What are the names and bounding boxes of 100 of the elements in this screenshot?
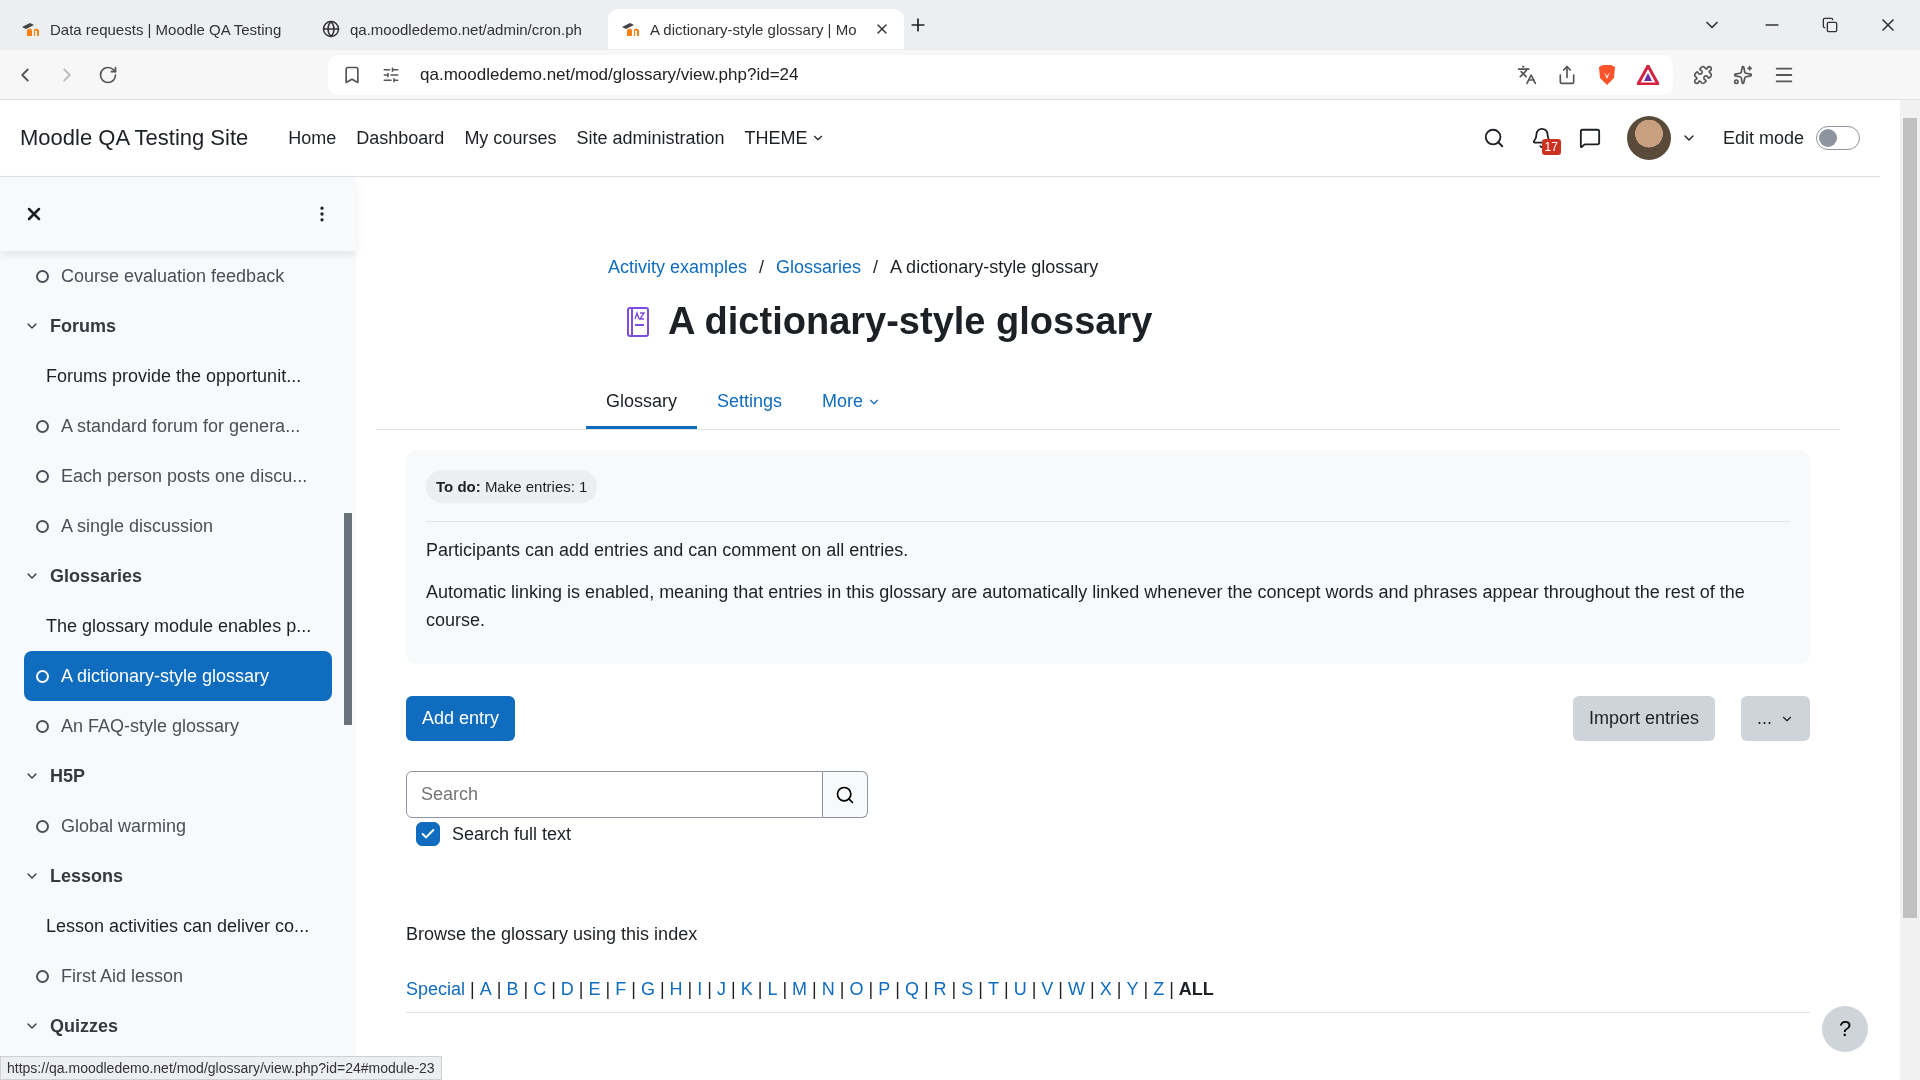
index-letter-link[interactable]: F — [615, 979, 627, 1000]
index-letter-link[interactable]: ALL — [1178, 979, 1214, 1000]
index-letter-link[interactable]: J — [717, 979, 726, 1000]
more-tab[interactable]: More — [802, 377, 902, 429]
page-title: A dictionary-style glossary — [668, 300, 1153, 343]
index-letter-link[interactable]: C — [533, 979, 547, 1000]
shield-icon[interactable] — [1597, 63, 1617, 86]
index-separator: | — [978, 979, 983, 1000]
activity-link[interactable]: A standard forum for genera... — [24, 401, 332, 451]
index-letter-link[interactable]: U — [1013, 979, 1027, 1000]
nav-menu[interactable]: THEME — [744, 127, 826, 149]
section-summary-link[interactable]: Lesson activities can deliver co... — [24, 901, 332, 951]
index-letter-link[interactable]: G — [640, 979, 655, 1000]
reload-icon[interactable] — [98, 64, 118, 85]
nav-link[interactable]: Dashboard — [356, 127, 445, 149]
breadcrumb-link[interactable]: Glossaries — [776, 257, 862, 278]
search-field[interactable]: Search — [406, 771, 823, 818]
section-summary-link[interactable]: Forums provide the opportunit... — [24, 351, 332, 401]
index-separator: | — [578, 979, 584, 1000]
circle-icon — [36, 669, 49, 683]
index-letter-link[interactable]: Y — [1126, 979, 1139, 1000]
checkbox[interactable] — [416, 822, 440, 846]
nav-link[interactable]: My courses — [464, 127, 557, 149]
index-letter-link[interactable]: B — [506, 979, 519, 1000]
browser-tab[interactable]: Data requests | Moodle QA Testing — [8, 9, 304, 49]
chat-icon[interactable] — [1578, 127, 1601, 149]
page-tab[interactable]: Glossary — [586, 377, 697, 429]
moodle-logo-icon — [22, 22, 40, 36]
index-letter-link[interactable]: O — [849, 979, 864, 1000]
index-letter-link[interactable]: D — [560, 979, 574, 1000]
index-letter-link[interactable]: I — [697, 979, 703, 1000]
index-letter-link[interactable]: X — [1099, 979, 1112, 1000]
circle-icon — [36, 469, 49, 483]
index-letter-link[interactable]: S — [961, 979, 974, 1000]
nav-link[interactable]: Home — [288, 127, 337, 149]
index-letter-link[interactable]: M — [792, 979, 808, 1000]
index-separator: | — [687, 979, 693, 1000]
edit-mode-switch[interactable] — [1816, 126, 1860, 150]
activity-link[interactable]: A single discussion — [24, 501, 332, 551]
site-name[interactable]: Moodle QA Testing Site — [20, 125, 249, 151]
breadcrumb-link[interactable]: Activity examples — [608, 257, 748, 278]
current-page-label: A dictionary-style glossary — [890, 257, 1099, 278]
section-heading[interactable]: Lessons — [24, 851, 332, 901]
restore-icon[interactable] — [1822, 17, 1838, 33]
browse-text: Browse the glossary using this index — [406, 924, 699, 945]
activity-link[interactable]: A dictionary-style glossary — [24, 651, 332, 701]
search-button[interactable] — [823, 771, 868, 818]
share-icon[interactable] — [1557, 64, 1577, 85]
import-entries-button[interactable]: Import entries — [1572, 696, 1715, 741]
activity-link[interactable]: Each person posts one discu... — [24, 451, 332, 501]
book-icon — [626, 306, 650, 337]
more-actions-button[interactable]: ... — [1741, 696, 1810, 741]
section-heading[interactable]: Forums — [24, 301, 332, 351]
index-letter-link[interactable]: Special — [406, 979, 466, 1000]
index-letter-link[interactable]: H — [669, 979, 683, 1000]
page-tab[interactable]: Settings — [697, 377, 803, 429]
status-url: https://qa.moodledemo.net/mod/glossary/view.php?id=24#module-23 — [0, 1056, 442, 1080]
browser-tab[interactable]: qa.moodledemo.net/admin/cron.ph — [308, 9, 604, 49]
section-heading[interactable]: Glossaries — [24, 551, 332, 601]
nav-link[interactable]: Site administration — [576, 127, 725, 149]
index-letter-link[interactable]: K — [740, 979, 753, 1000]
edit-mode-label: Edit mode — [1722, 127, 1804, 149]
search-icon[interactable] — [1482, 127, 1505, 149]
section-heading[interactable]: H5P — [24, 751, 332, 801]
index-separator: | — [470, 979, 475, 1000]
translate-icon[interactable] — [1517, 64, 1537, 85]
index-letter-link[interactable]: Z — [1153, 979, 1165, 1000]
index-letter-link[interactable]: P — [878, 979, 891, 1000]
scrollbar-thumb[interactable] — [1903, 118, 1917, 918]
activity-link[interactable]: First Aid lesson — [24, 951, 332, 1001]
index-separator: | — [605, 979, 611, 1000]
add-entry-button[interactable]: Add entry — [406, 696, 516, 741]
index-letter-link[interactable]: T — [987, 979, 999, 1000]
browser-tab[interactable]: A dictionary-style glossary | Mo — [608, 9, 904, 49]
extensions-icon[interactable] — [1693, 64, 1713, 85]
help-button[interactable]: ? — [1822, 1006, 1868, 1052]
activity-link[interactable]: Course evaluation feedback — [24, 251, 332, 301]
section-heading[interactable]: Quizzes — [24, 1001, 332, 1051]
scrollbar-thumb[interactable] — [344, 513, 352, 725]
index-letter-link[interactable]: N — [821, 979, 835, 1000]
index-letter-link[interactable]: E — [588, 979, 601, 1000]
site-settings-icon[interactable] — [382, 65, 400, 84]
index-letter-link[interactable]: R — [933, 979, 947, 1000]
index-separator: | — [496, 979, 502, 1000]
activity-link[interactable]: An FAQ-style glossary — [24, 701, 332, 751]
index-letter-link[interactable]: L — [767, 979, 778, 1000]
section-summary-link[interactable]: The glossary module enables p... — [24, 601, 332, 651]
index-separator: | — [1090, 979, 1095, 1000]
triangle-icon[interactable] — [1637, 64, 1659, 85]
activity-link[interactable]: Global warming — [24, 801, 332, 851]
circle-icon — [36, 719, 49, 733]
bookmark-icon[interactable] — [342, 64, 362, 85]
index-letter-link[interactable]: W — [1068, 979, 1086, 1000]
breadcrumb-separator: / — [873, 257, 879, 278]
index-letter-link[interactable]: Q — [904, 979, 919, 1000]
sparkle-icon[interactable] — [1733, 64, 1753, 85]
index-letter-link[interactable]: A — [479, 979, 492, 1000]
index-letter-link[interactable]: V — [1041, 979, 1054, 1000]
user-avatar[interactable] — [1626, 116, 1671, 160]
index-separator: | — [707, 979, 712, 1000]
